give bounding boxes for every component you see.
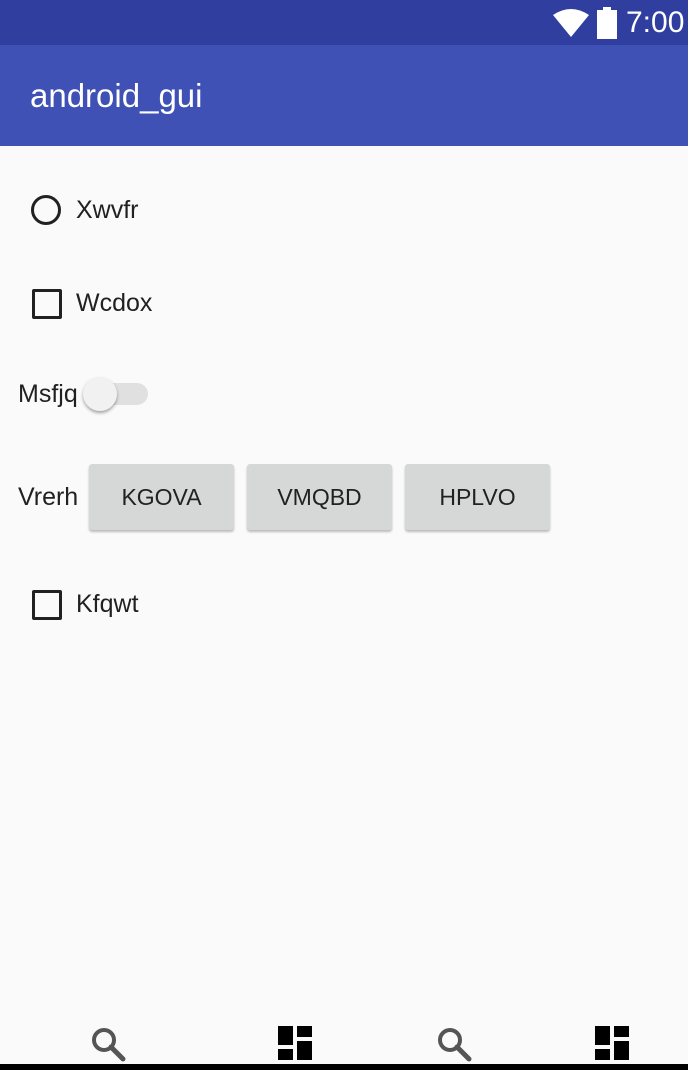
radio-button-xwvfr[interactable] [31,195,61,225]
dashboard-icon[interactable] [595,1026,629,1060]
checkbox-kfqwt[interactable] [32,590,62,620]
radio-label[interactable]: Xwvfr [76,195,139,225]
vmqbd-button[interactable]: VMQBD [247,464,392,530]
app-bar: android_gui [0,45,688,146]
battery-icon [597,7,617,39]
status-bar: 7:00 [0,0,688,45]
switch-label: Msfjq [18,380,78,408]
checkbox1-label[interactable]: Wcdox [76,288,152,318]
switch-thumb[interactable] [83,377,117,411]
wifi-icon [553,9,589,37]
checkbox-wcdox[interactable] [32,289,62,319]
nav-bar [0,1000,688,1070]
dashboard-icon[interactable] [278,1026,312,1060]
checkbox2-label[interactable]: Kfqwt [76,589,139,619]
kgova-button[interactable]: KGOVA [89,464,234,530]
button-group-label: Vrerh [18,483,79,511]
nav-bar-bottom-line [0,1064,688,1070]
status-time: 7:00 [626,6,685,39]
app-title: android_gui [30,77,203,114]
hplvo-button[interactable]: HPLVO [405,464,550,530]
search-icon[interactable] [90,1026,126,1062]
search-icon[interactable] [436,1026,472,1062]
